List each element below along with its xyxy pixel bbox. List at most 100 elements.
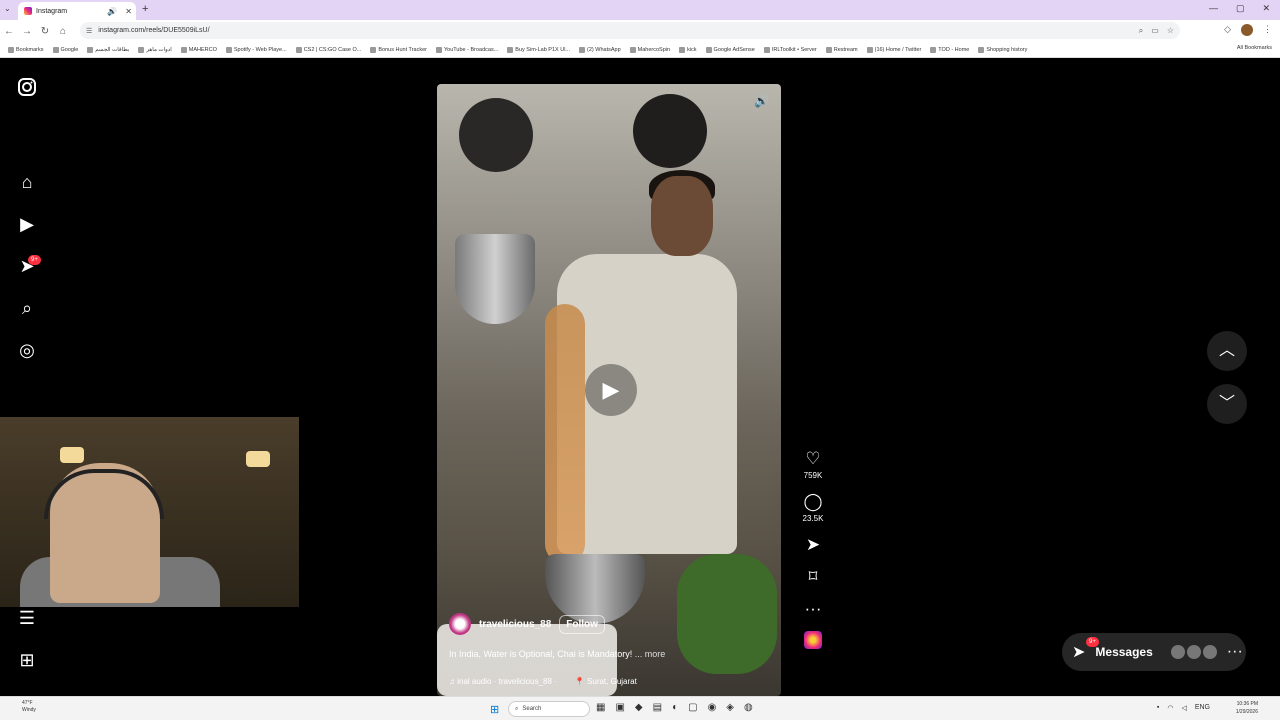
- minimize-icon[interactable]: —: [1209, 3, 1218, 14]
- bookmark-item[interactable]: Spotify - Web Playe...: [225, 46, 287, 53]
- tab-list-chevron-icon[interactable]: ⌄: [4, 4, 11, 13]
- apps-grid-icon[interactable]: ⊞: [17, 650, 37, 670]
- chevron-up-icon: ︿: [1218, 342, 1235, 359]
- menu-icon[interactable]: ⋮: [1263, 24, 1272, 36]
- browser-tab-instagram[interactable]: Instagram 🔊 ✕: [18, 2, 136, 20]
- bookmarks-bar: Bookmarks Google بطاقات الجسم ادوات ماهر…: [0, 42, 1280, 58]
- edge-icon[interactable]: ◐: [672, 702, 678, 713]
- bookmark-item[interactable]: Restream: [825, 46, 858, 53]
- bookmark-item[interactable]: Buy Sim-Lab P1X Ul...: [507, 46, 570, 53]
- tab-close-icon[interactable]: ✕: [125, 7, 132, 16]
- bookmark-item[interactable]: TOD - Home: [930, 46, 969, 53]
- browser-tab-bar: ⌄ Instagram 🔊 ✕ + — ▢ ✕: [0, 0, 1280, 20]
- bookmark-item[interactable]: CS2 | CS:GO Case O...: [295, 46, 361, 53]
- app-icon[interactable]: ◈: [726, 702, 734, 713]
- messages-badge: 9+: [28, 255, 41, 265]
- like-action[interactable]: ♡ 759K: [798, 449, 828, 480]
- bookmark-item[interactable]: MAHERCO: [180, 46, 217, 53]
- maximize-icon[interactable]: ▢: [1236, 3, 1245, 14]
- video-pot: [455, 234, 535, 324]
- bookmark-item[interactable]: IRLToolkit • Server: [763, 46, 817, 53]
- follow-button[interactable]: Follow: [559, 614, 605, 634]
- more-link[interactable]: ... more: [635, 649, 666, 659]
- share-action[interactable]: ➤: [798, 535, 828, 555]
- wifi-icon[interactable]: ◠: [1167, 704, 1173, 712]
- lang-indicator[interactable]: ENG: [1195, 704, 1210, 712]
- more-options[interactable]: ···: [798, 599, 828, 619]
- reels-nav-icon[interactable]: ▶: [17, 214, 37, 234]
- share-icon[interactable]: ➤: [798, 535, 828, 555]
- bookmark-item[interactable]: (16) Home / Twitter: [866, 46, 921, 53]
- instagram-favicon-icon: [24, 7, 32, 15]
- zoom-icon[interactable]: ⌕: [1139, 26, 1143, 36]
- close-window-icon[interactable]: ✕: [1262, 3, 1270, 14]
- new-tab-button[interactable]: +: [142, 3, 148, 15]
- back-icon[interactable]: ←: [0, 26, 18, 37]
- taskview-icon[interactable]: ▦: [596, 702, 605, 713]
- bookmark-star-icon[interactable]: ☆: [1167, 26, 1174, 35]
- volume-icon[interactable]: ◁: [1181, 704, 1186, 712]
- author-avatar[interactable]: [449, 613, 471, 635]
- video-person-head: [651, 176, 713, 256]
- taskbar-apps: ▦ ▣ ◆ ▤ ◐ ▢ ◉ ◈ ◍: [596, 702, 753, 713]
- volume-icon[interactable]: 🔊: [754, 94, 769, 108]
- reload-icon[interactable]: ↻: [36, 26, 54, 37]
- messages-panel-button[interactable]: ➤ 9+ Messages ···: [1062, 633, 1246, 671]
- bookmark-item[interactable]: Shopping history: [978, 46, 1027, 53]
- steam-icon[interactable]: ◍: [744, 702, 753, 713]
- profile-avatar[interactable]: [1241, 24, 1253, 36]
- tab-audio-icon[interactable]: 🔊: [107, 7, 117, 16]
- chevron-down-icon: ﹀: [1218, 395, 1235, 412]
- bookmark-item[interactable]: بطاقات الجسم: [87, 46, 129, 53]
- address-bar[interactable]: ☰ instagram.com/reels/DUE5509iLsU/ ⌕ ▭ ☆: [80, 22, 1180, 39]
- folder-icon[interactable]: ▤: [653, 702, 662, 713]
- clock-time: 10:36 PM: [1236, 701, 1258, 707]
- bookmark-icon[interactable]: ⌑: [798, 567, 828, 587]
- reel-video[interactable]: 🔊 ▶ travelicious_88 Follow In India, Wat…: [437, 84, 781, 696]
- bookmark-item[interactable]: kick: [679, 46, 697, 53]
- bookmark-item[interactable]: Bookmarks: [8, 46, 44, 53]
- bookmark-item[interactable]: Google: [52, 46, 78, 53]
- comment-icon[interactable]: ◯: [798, 492, 828, 512]
- bookmark-item[interactable]: Google AdSense: [705, 46, 755, 53]
- weather-widget[interactable]: 47°F Windy: [22, 700, 36, 714]
- bookmark-item[interactable]: ادوات ماهر: [138, 46, 172, 53]
- app-icon[interactable]: ◆: [635, 702, 643, 713]
- like-count: 759K: [803, 471, 823, 480]
- comment-action[interactable]: ◯ 23.5K: [798, 492, 828, 523]
- tray-icon[interactable]: ▪: [1157, 704, 1159, 712]
- site-info-icon[interactable]: ☰: [86, 27, 92, 35]
- extension-icon[interactable]: ◇: [1224, 24, 1231, 36]
- play-icon[interactable]: ▶: [585, 364, 637, 416]
- bookmark-item[interactable]: YouTube - Broadcas...: [435, 46, 498, 53]
- caption-text: In India, Water is Optional, Chai is Man…: [449, 649, 633, 659]
- taskbar-search[interactable]: ⌕ Search: [508, 701, 590, 717]
- next-reel-button[interactable]: ﹀: [1207, 384, 1247, 424]
- clock[interactable]: 10:36 PM 1/29/2026: [1236, 700, 1258, 716]
- audio-link[interactable]: ♫ inal audio · travelicious_88 ·: [449, 677, 557, 686]
- previous-reel-button[interactable]: ︿: [1207, 331, 1247, 371]
- audio-thumbnail[interactable]: [804, 631, 822, 649]
- bookmark-item[interactable]: MahercoSpin: [629, 46, 670, 53]
- bookmark-item[interactable]: Bonus Hunt Tracker: [370, 46, 427, 53]
- store-icon[interactable]: ▢: [688, 702, 697, 713]
- bookmark-item[interactable]: (2) WhatsApp: [579, 46, 621, 53]
- search-nav-icon[interactable]: ⌕: [17, 298, 37, 318]
- terminal-icon[interactable]: ▣: [615, 702, 624, 713]
- instagram-logo-icon[interactable]: [17, 77, 37, 97]
- ellipsis-icon[interactable]: ···: [798, 599, 828, 619]
- chrome-icon[interactable]: ◉: [708, 702, 717, 713]
- explore-nav-icon[interactable]: ◎: [17, 340, 37, 360]
- location-link[interactable]: 📍 Surat, Gujarat: [575, 677, 637, 686]
- author-name[interactable]: travelicious_88: [479, 619, 551, 630]
- more-menu-icon[interactable]: ☰: [17, 608, 37, 628]
- messages-label: Messages: [1095, 645, 1153, 659]
- forward-icon[interactable]: →: [18, 26, 36, 37]
- windows-start-icon[interactable]: ⊞: [490, 703, 499, 716]
- home-icon[interactable]: ⌂: [54, 26, 72, 37]
- save-action[interactable]: ⌑: [798, 567, 828, 587]
- cast-icon[interactable]: ▭: [1151, 26, 1159, 35]
- home-nav-icon[interactable]: ⌂: [17, 172, 37, 192]
- all-bookmarks-button[interactable]: All Bookmarks: [1237, 45, 1272, 51]
- heart-icon[interactable]: ♡: [798, 449, 828, 469]
